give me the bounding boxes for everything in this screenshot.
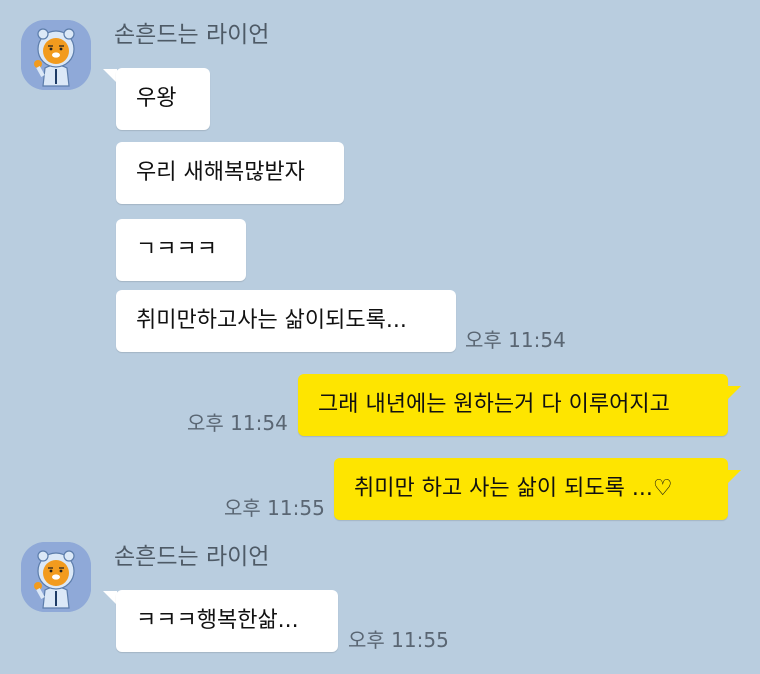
bubble-tail	[103, 591, 117, 605]
ryan-character-icon	[21, 20, 91, 90]
message-timestamp: 오후 11:54	[465, 328, 566, 352]
message-bubble[interactable]: 우리 새해복많받자	[116, 142, 344, 204]
message-timestamp: 오후 11:55	[224, 496, 325, 520]
sender-avatar[interactable]	[21, 542, 91, 612]
sender-avatar[interactable]	[21, 20, 91, 90]
message-bubble[interactable]: 우왕	[116, 68, 210, 130]
ryan-character-icon	[21, 542, 91, 612]
message-bubble-outgoing[interactable]: 취미만 하고 사는 삶이 되도록 ...♡	[334, 458, 728, 520]
message-bubble[interactable]: ㅋㅋㅋ행복한삶...	[116, 590, 338, 652]
bubble-tail	[103, 69, 117, 83]
message-timestamp: 오후 11:54	[187, 411, 288, 435]
sender-name: 손흔드는 라이언	[114, 544, 270, 570]
bubble-tail	[727, 470, 741, 484]
message-timestamp: 오후 11:55	[348, 628, 449, 652]
sender-name: 손흔드는 라이언	[114, 22, 270, 48]
bubble-tail	[727, 386, 741, 400]
message-bubble[interactable]: 취미만하고사는 삶이되도록...	[116, 290, 456, 352]
message-bubble[interactable]: ㄱㅋㅋㅋ	[116, 219, 246, 281]
message-bubble-outgoing[interactable]: 그래 내년에는 원하는거 다 이루어지고	[298, 374, 728, 436]
